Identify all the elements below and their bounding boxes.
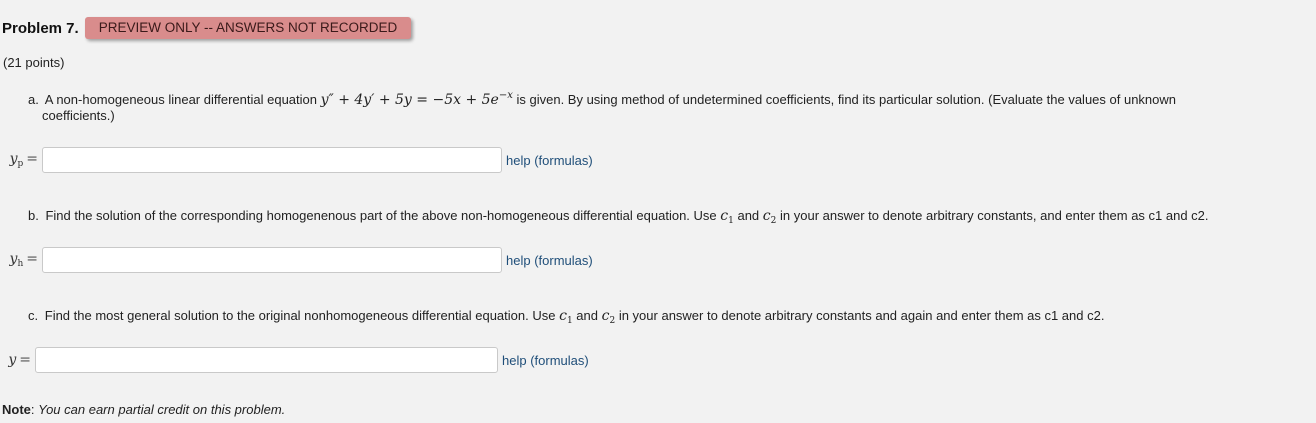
part-a-text-before: A non-homogeneous linear differential eq… bbox=[44, 92, 317, 107]
part-a-text-line2: coefficients.) bbox=[42, 108, 115, 123]
part-a-text: a. A non-homogeneous linear differential… bbox=[28, 86, 1298, 110]
part-c-text: c. Find the most general solution to the… bbox=[28, 306, 1298, 331]
preview-badge: PREVIEW ONLY -- ANSWERS NOT RECORDED bbox=[84, 17, 412, 39]
part-c-and: and bbox=[576, 308, 598, 323]
part-c-text-before: Find the most general solution to the or… bbox=[44, 308, 556, 323]
part-a-equation: y″ + 4y′ + 5y = −5x + 5e bbox=[320, 92, 499, 108]
note-label: Note bbox=[2, 402, 31, 417]
part-c-c2: c2 bbox=[601, 308, 616, 326]
note-text: You can earn partial credit on this prob… bbox=[38, 402, 286, 417]
points-label: (21 points) bbox=[3, 55, 65, 70]
part-a-answer-row: yp = help (formulas) bbox=[0, 147, 593, 173]
problem-page: Problem 7. PREVIEW ONLY -- ANSWERS NOT R… bbox=[0, 0, 1316, 423]
part-c-help-link[interactable]: help (formulas) bbox=[502, 353, 589, 368]
part-a-marker: a. bbox=[28, 92, 39, 107]
part-b-text-after: in your answer to denote arbitrary const… bbox=[780, 208, 1209, 223]
part-a-answer-input[interactable] bbox=[42, 147, 502, 173]
part-a-answer-label: yp = bbox=[9, 151, 38, 169]
part-b-c1: c1 bbox=[720, 208, 734, 226]
part-b-text: b. Find the solution of the correspondin… bbox=[28, 206, 1313, 231]
part-b-help-link[interactable]: help (formulas) bbox=[506, 253, 593, 268]
part-c-marker: c. bbox=[28, 308, 39, 323]
part-c-c1: c1 bbox=[559, 308, 573, 326]
problem-title: Problem 7. bbox=[2, 19, 79, 37]
part-c-answer-label: y = bbox=[8, 352, 31, 368]
part-c-text-after: in your answer to denote arbitrary const… bbox=[618, 308, 1105, 323]
part-a-equation-exponent: −x bbox=[498, 90, 513, 101]
part-a-text-after: is given. By using method of undetermine… bbox=[516, 92, 1177, 107]
problem-header: Problem 7. PREVIEW ONLY -- ANSWERS NOT R… bbox=[2, 17, 412, 39]
note: Note: You can earn partial credit on thi… bbox=[2, 402, 286, 417]
part-b-answer-row: yh = help (formulas) bbox=[0, 247, 593, 273]
part-b-marker: b. bbox=[28, 208, 39, 223]
part-b-c2: c2 bbox=[762, 208, 777, 226]
part-c-answer-input[interactable] bbox=[35, 347, 498, 373]
part-c-answer-row: y = help (formulas) bbox=[0, 347, 589, 373]
part-a-help-link[interactable]: help (formulas) bbox=[506, 153, 593, 168]
part-b-and: and bbox=[737, 208, 760, 223]
part-b-text-before: Find the solution of the corresponding h… bbox=[45, 208, 717, 223]
part-b-answer-input[interactable] bbox=[42, 247, 502, 273]
part-b-answer-label: yh = bbox=[9, 251, 38, 269]
